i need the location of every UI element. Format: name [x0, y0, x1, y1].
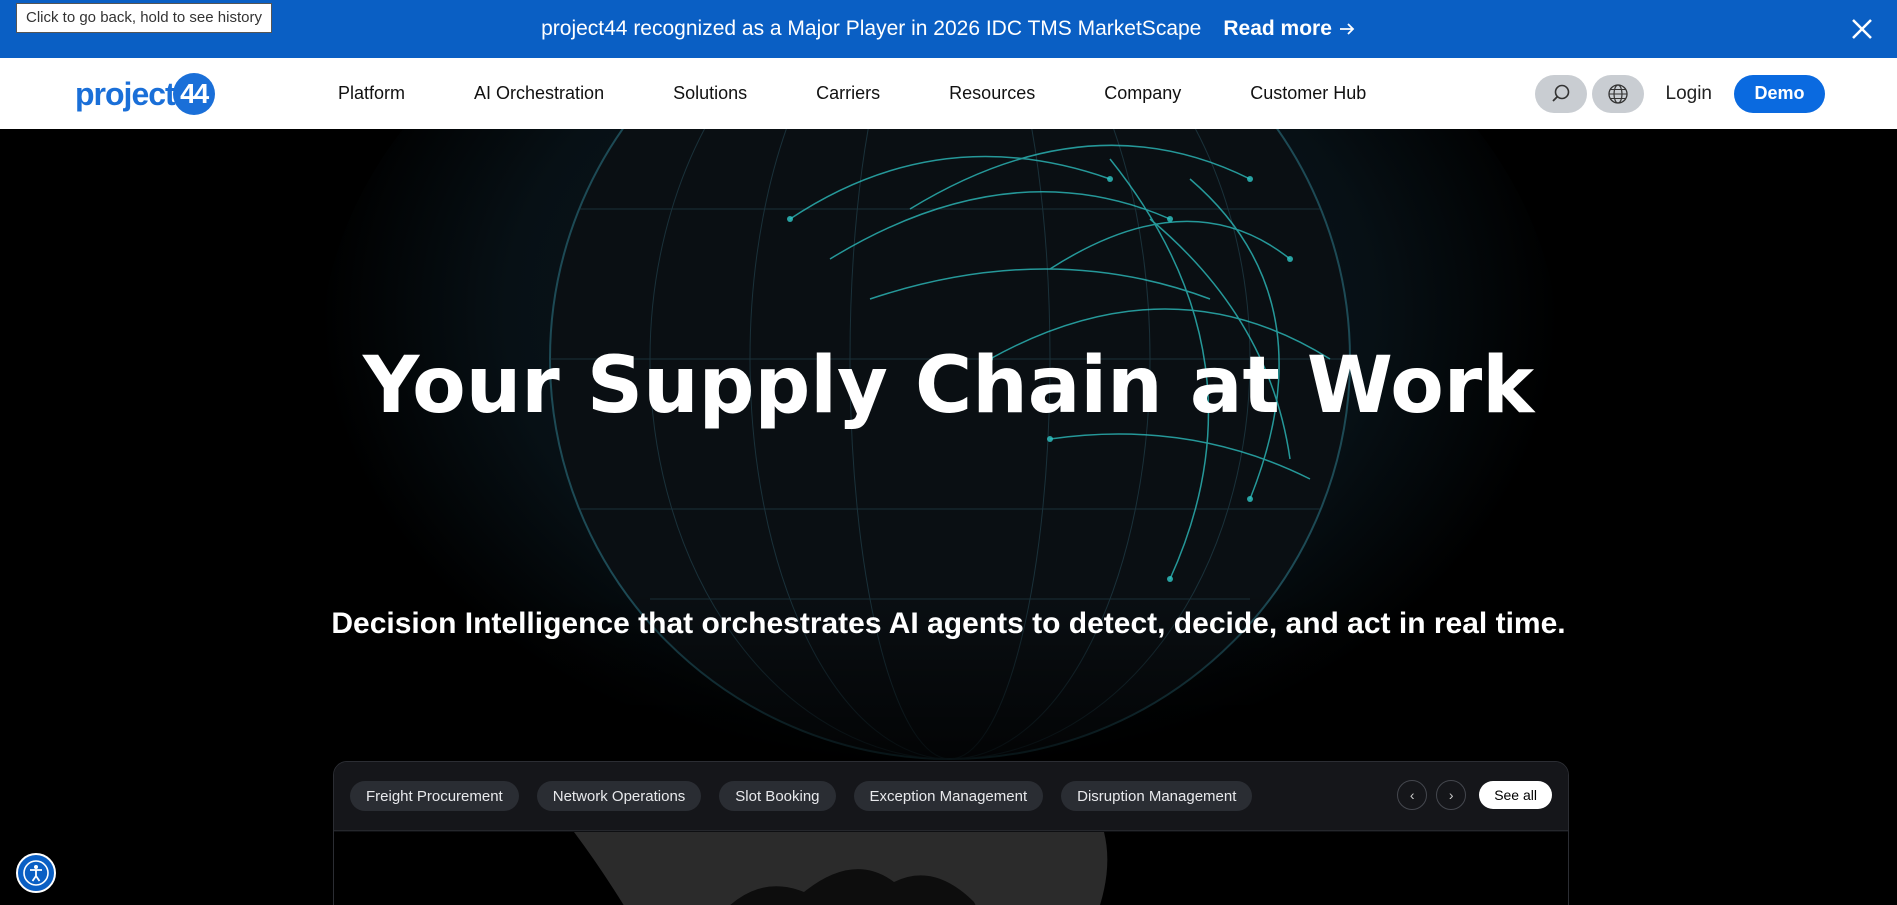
hero-subtitle: Decision Intelligence that orchestrates …	[331, 607, 1566, 640]
nav-item-carriers[interactable]: Carriers	[816, 83, 880, 104]
login-link[interactable]: Login	[1666, 83, 1713, 105]
logo-text: project	[75, 75, 176, 112]
globe-icon	[1607, 83, 1628, 104]
prev-button[interactable]: ‹	[1397, 780, 1428, 810]
announcement-bar: project44 recognized as a Major Player i…	[0, 0, 1897, 58]
globe-illustration	[290, 129, 1590, 819]
accessibility-icon	[23, 860, 49, 886]
use-case-tabs: Freight Procurement Network Operations S…	[334, 762, 1568, 831]
nav-item-company[interactable]: Company	[1104, 83, 1181, 104]
logo-badge: 44	[172, 73, 215, 115]
hero-section: Your Supply Chain at Work Decision Intel…	[0, 129, 1897, 905]
demo-button[interactable]: Demo	[1734, 74, 1825, 113]
search-button[interactable]	[1534, 74, 1587, 113]
next-button[interactable]: ›	[1436, 780, 1467, 810]
back-button-tooltip: Click to go back, hold to see history	[16, 3, 272, 33]
carousel-controls: ‹ › See all	[1397, 780, 1552, 810]
tab-slot-booking[interactable]: Slot Booking	[719, 781, 836, 811]
use-case-image	[334, 832, 1568, 905]
tab-exception-management[interactable]: Exception Management	[853, 781, 1044, 811]
nav-item-ai-orchestration[interactable]: AI Orchestration	[474, 83, 604, 104]
nav-item-solutions[interactable]: Solutions	[673, 83, 747, 104]
announcement-text: project44 recognized as a Major Player i…	[541, 17, 1202, 40]
tab-freight-procurement[interactable]: Freight Procurement	[350, 781, 519, 811]
main-nav: project 44 Platform AI Orchestration Sol…	[0, 58, 1897, 129]
read-more-label: Read more	[1223, 17, 1332, 40]
nav-item-resources[interactable]: Resources	[949, 83, 1035, 104]
nav-item-customer-hub[interactable]: Customer Hub	[1250, 83, 1366, 104]
nav-menu: Platform AI Orchestration Solutions Carr…	[338, 58, 1435, 129]
tab-disruption-management[interactable]: Disruption Management	[1061, 781, 1253, 811]
use-case-card: Freight Procurement Network Operations S…	[333, 761, 1569, 905]
hero-title: Your Supply Chain at Work	[362, 341, 1535, 431]
see-all-button[interactable]: See all	[1479, 781, 1552, 809]
read-more-link[interactable]: Read more	[1223, 17, 1356, 41]
arrow-right-icon	[1339, 23, 1355, 35]
project44-logo[interactable]: project 44	[75, 71, 215, 117]
nav-actions: Login Demo	[1530, 58, 1825, 129]
language-button[interactable]	[1591, 74, 1644, 113]
search-icon	[1551, 84, 1569, 102]
tab-network-operations[interactable]: Network Operations	[536, 781, 702, 811]
close-icon[interactable]	[1847, 14, 1877, 44]
nav-item-platform[interactable]: Platform	[338, 83, 405, 104]
accessibility-button[interactable]	[16, 853, 56, 893]
